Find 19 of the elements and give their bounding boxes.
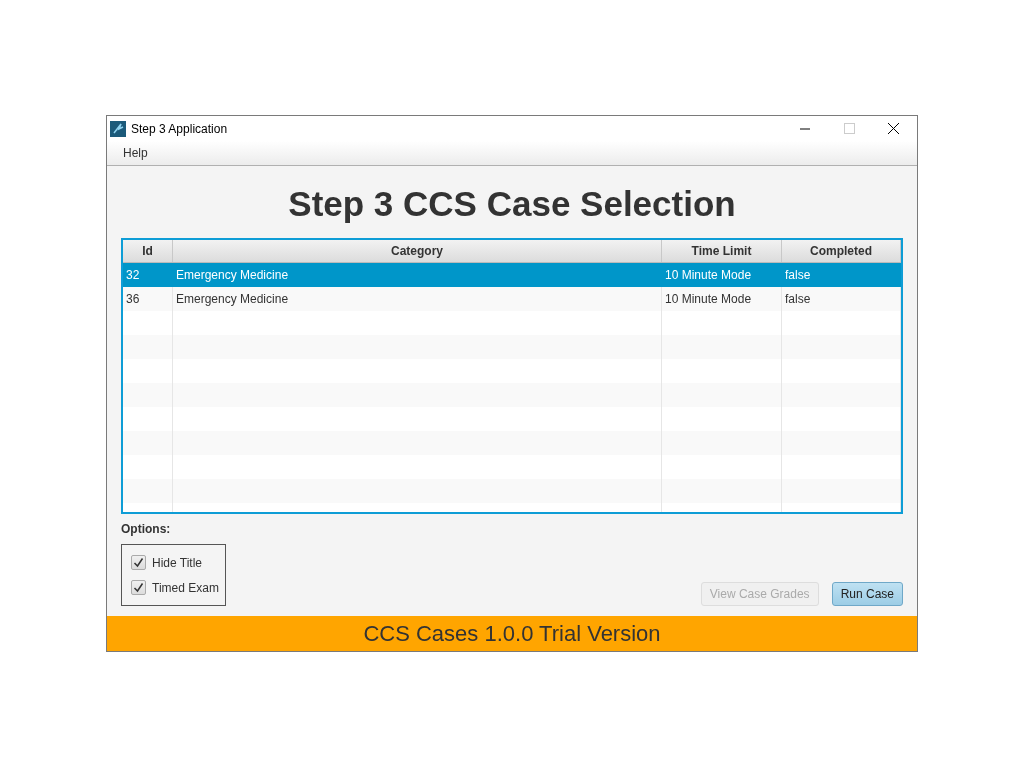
table-row[interactable]: 36 Emergency Medicine 10 Minute Mode false — [123, 287, 901, 311]
close-icon[interactable] — [888, 123, 899, 134]
checkbox[interactable] — [131, 580, 146, 595]
column-header[interactable]: Completed — [782, 240, 901, 262]
column-header[interactable]: Time Limit — [662, 240, 782, 262]
checkbox-label: Timed Exam — [152, 579, 219, 597]
checkbox[interactable] — [131, 555, 146, 570]
status-bar: CCS Cases 1.0.0 Trial Version — [107, 616, 917, 651]
window-title: Step 3 Application — [131, 120, 228, 138]
menu-item[interactable]: Help — [123, 144, 148, 162]
action-button[interactable]: Run Case — [831, 582, 903, 606]
app-logo-icon — [110, 120, 126, 137]
column-header[interactable]: Category — [173, 240, 662, 262]
check-icon — [133, 557, 144, 568]
checkbox-label: Hide Title — [152, 554, 203, 572]
options-label: Options: — [121, 521, 172, 538]
column-header[interactable]: Id — [123, 240, 173, 262]
check-icon — [133, 582, 144, 593]
page-heading: Step 3 CCS Case Selection — [287, 184, 737, 225]
